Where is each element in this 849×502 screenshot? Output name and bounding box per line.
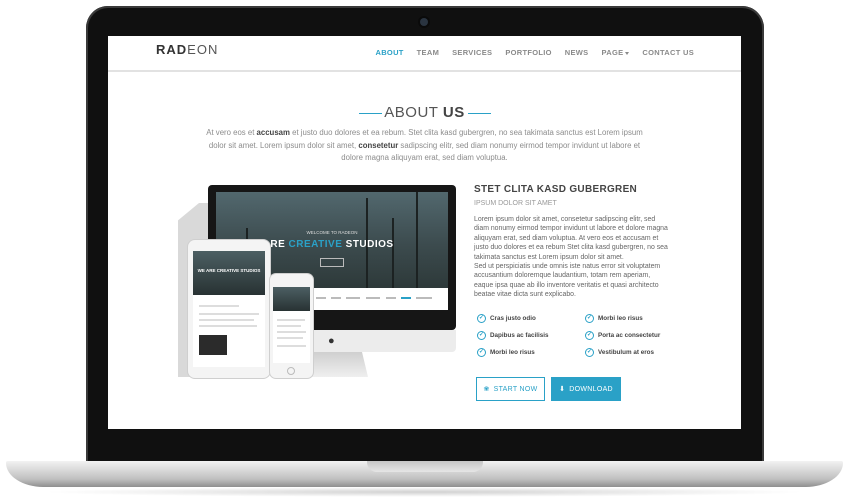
nav-item-team[interactable]: TEAM [417, 48, 439, 57]
check-item: ✓ Porta ac consectetur [585, 331, 660, 340]
laptop-base-notch [367, 461, 483, 472]
leaf-icon: ❀ [483, 386, 490, 393]
phone-line [277, 325, 301, 327]
nav-item-portfolio[interactable]: PORTFOLIO [505, 48, 551, 57]
nav-item-page-label: PAGE [601, 48, 624, 57]
check-item: ✓ Morbi leo risus [585, 314, 643, 323]
nav-menu: ABOUT TEAM SERVICES PORTFOLIO NEWS PAGE … [376, 48, 695, 57]
check-circle-icon: ✓ [585, 331, 594, 340]
phone-hero [273, 287, 310, 311]
check-circle-icon: ✓ [585, 348, 594, 357]
apple-icon: ● [328, 335, 335, 347]
logo-light: EON [187, 42, 219, 57]
nav-item-news[interactable]: NEWS [565, 48, 589, 57]
start-now-button[interactable]: ❀ START NOW [476, 377, 545, 401]
nav-dot [346, 297, 360, 299]
check-label: Porta ac consectetur [598, 332, 661, 339]
check-label: Morbi leo risus [490, 349, 535, 356]
intro-bold-2: consetetur [358, 140, 399, 150]
logo-bold: RAD [156, 42, 188, 57]
camera-icon [420, 18, 428, 26]
nav-dot [331, 297, 341, 299]
monitor-hero-small: WELCOME TO RADEON [306, 230, 358, 235]
download-label: DOWNLOAD [569, 385, 613, 393]
tablet-image [199, 335, 227, 355]
monitor-stand [308, 352, 368, 377]
check-circle-icon: ✓ [585, 314, 594, 323]
phone-line [277, 345, 306, 347]
tablet-hero-text: WE ARE CREATIVE STUDIOS [197, 268, 261, 273]
phone-line [277, 337, 303, 339]
nav-dot [401, 297, 411, 299]
tablet-line [199, 319, 254, 321]
nav-item-services[interactable]: SERVICES [452, 48, 492, 57]
feature-paragraph-1: Lorem ipsum dolor sit amet, consetetur s… [474, 216, 668, 261]
start-now-label: START NOW [493, 385, 538, 393]
section-title-light: ABOUT [384, 104, 439, 121]
tablet-line [199, 325, 257, 327]
check-item: ✓ Vestibulum at eros [585, 348, 654, 357]
check-item: ✓ Cras justo odio [477, 314, 536, 323]
check-circle-icon: ✓ [477, 331, 486, 340]
nav-dot [366, 297, 380, 299]
feature-text: Lorem ipsum dolor sit amet, consetetur s… [474, 215, 668, 300]
check-label: Vestibulum at eros [598, 349, 654, 356]
phone-line [277, 331, 306, 333]
phone [270, 274, 313, 378]
feature-paragraph-2: Sed ut perspiciatis unde omnis iste natu… [474, 263, 661, 299]
chevron-down-icon [625, 51, 630, 55]
feature-subtitle: IPSUM DOLOR SIT AMET [474, 200, 557, 207]
section-title: ABOUT US [108, 104, 741, 121]
check-label: Morbi leo risus [598, 315, 643, 322]
tablet-line [199, 313, 259, 315]
hero-suffix: STUDIOS [342, 239, 394, 250]
tablet-hero: WE ARE CREATIVE STUDIOS [193, 251, 265, 295]
check-circle-icon: ✓ [477, 314, 486, 323]
nav-dot [386, 297, 396, 299]
tablet-line [199, 305, 239, 307]
devices-mockup-image: WELCOME TO RADEON RE CREATIVE STUDIOS ● … [178, 185, 458, 380]
monitor-hero-button [320, 258, 344, 267]
feature-title: STET CLITA KASD GUBERGREN [474, 184, 638, 195]
check-label: Dapibus ac facilisis [490, 332, 549, 339]
check-item: ✓ Morbi leo risus [477, 348, 535, 357]
nav-dot [416, 297, 432, 299]
check-circle-icon: ✓ [477, 348, 486, 357]
hero-accent: CREATIVE [288, 239, 343, 250]
intro-bold-1: accusam [256, 128, 290, 137]
intro-text-1: At vero eos et [206, 128, 257, 137]
intro-paragraph: At vero eos et accusam et justo duo dolo… [198, 127, 651, 165]
title-line-right [468, 113, 491, 114]
nav-item-about[interactable]: ABOUT [376, 48, 404, 57]
tablet: WE ARE CREATIVE STUDIOS [188, 240, 270, 378]
nav-dot [316, 297, 326, 299]
laptop-shadow [40, 487, 809, 497]
download-icon: ⬇ [559, 386, 566, 393]
section-title-bold: US [442, 104, 465, 121]
laptop-screen: RADEON ABOUT TEAM SERVICES PORTFOLIO NEW… [108, 36, 741, 429]
tablet-screen: WE ARE CREATIVE STUDIOS [193, 251, 265, 367]
check-item: ✓ Dapibus ac facilisis [477, 331, 548, 340]
site-logo[interactable]: RADEON [156, 42, 218, 57]
nav-item-contact[interactable]: CONTACT US [642, 48, 694, 57]
navbar: RADEON ABOUT TEAM SERVICES PORTFOLIO NEW… [108, 36, 741, 72]
phone-home-button [287, 367, 295, 375]
phone-screen [273, 287, 310, 363]
hero-prefix: RE [270, 239, 289, 250]
download-button[interactable]: ⬇ DOWNLOAD [551, 377, 621, 401]
nav-item-page[interactable]: PAGE [601, 48, 630, 57]
phone-line [277, 319, 305, 321]
tree-shape [392, 218, 394, 288]
check-label: Cras justo odio [490, 315, 536, 322]
